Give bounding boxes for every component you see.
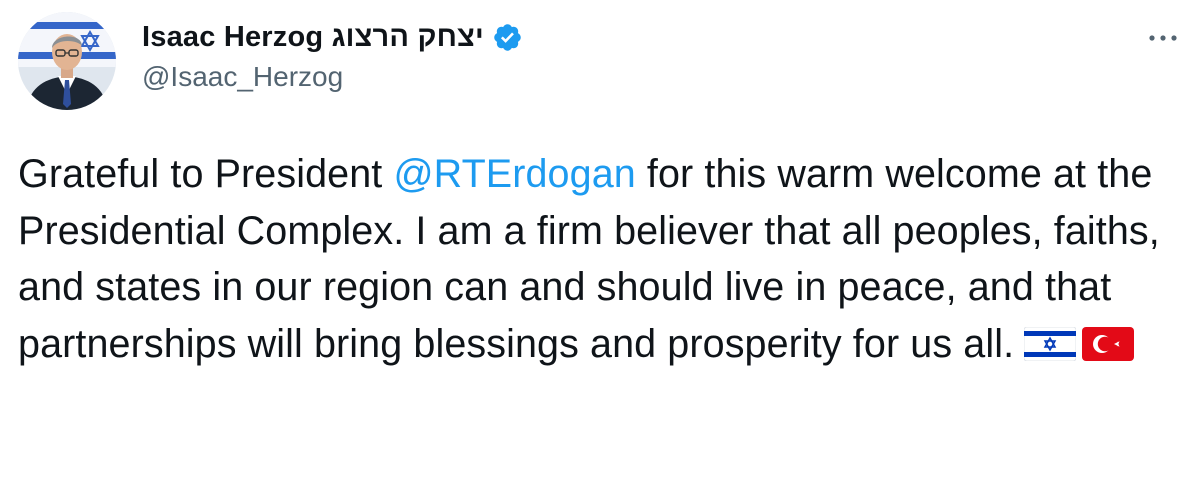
tweet-text-part: Grateful to President <box>18 152 394 196</box>
tweet-card: Isaac Herzog יצחק הרצוג @Isaac_Herzog Gr… <box>0 0 1200 504</box>
more-horizontal-icon <box>1149 35 1177 41</box>
verified-badge-icon <box>492 22 523 53</box>
author-display-name[interactable]: Isaac Herzog יצחק הרצוג <box>142 21 484 54</box>
tweet-text: Grateful to President @RTErdogan for thi… <box>18 146 1168 376</box>
avatar-image <box>18 12 116 110</box>
turkey-flag-icon <box>1082 320 1135 377</box>
author-handle[interactable]: @Isaac_Herzog <box>142 61 343 93</box>
mention-link[interactable]: @RTErdogan <box>393 152 635 196</box>
more-options-button[interactable] <box>1140 18 1186 58</box>
israel-flag-icon <box>1023 320 1077 377</box>
avatar[interactable] <box>18 12 116 110</box>
author-name-row: Isaac Herzog יצחק הרצוג <box>142 17 523 57</box>
